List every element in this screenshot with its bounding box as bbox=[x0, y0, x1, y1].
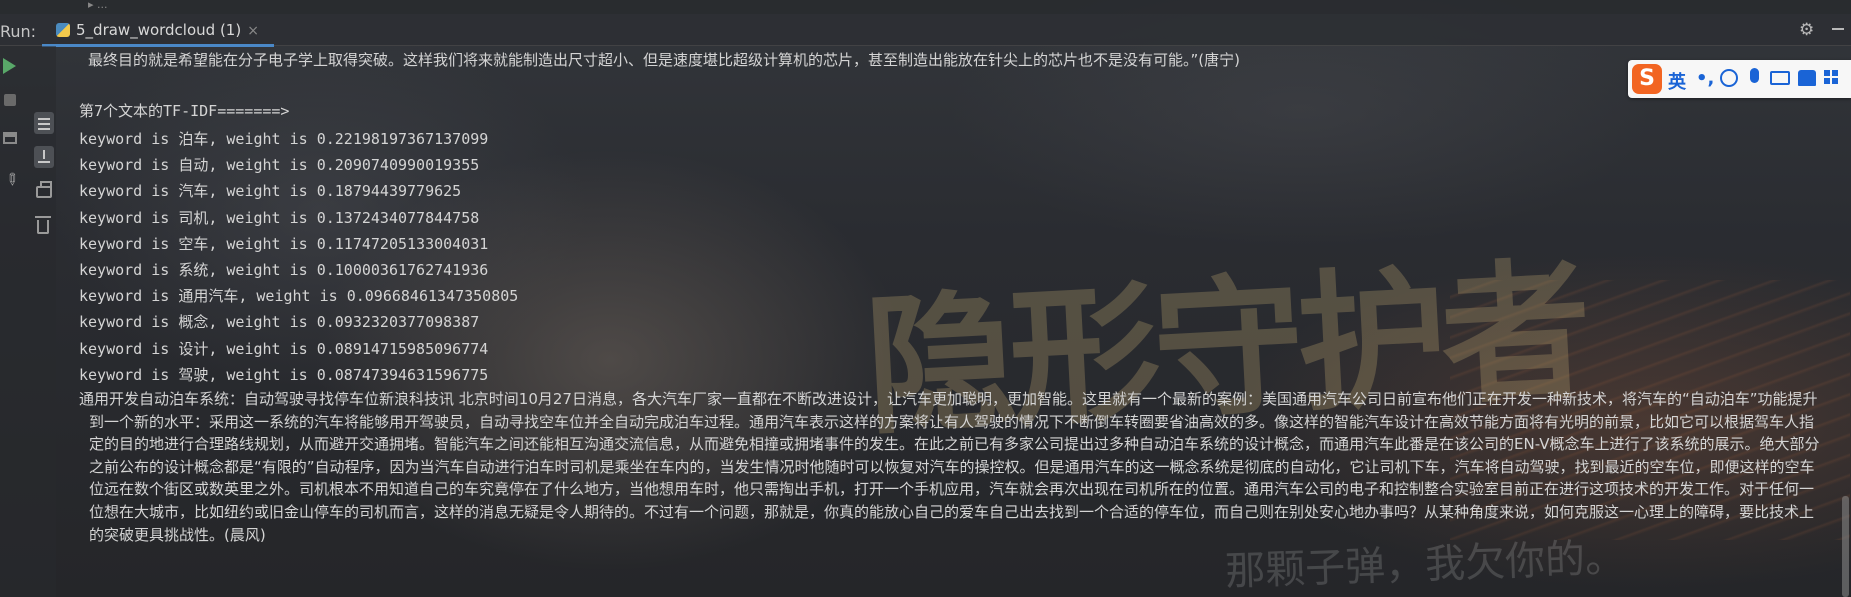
ime-toolbar: S 英 •, bbox=[1628, 60, 1851, 98]
keyword-line-text: keyword is 系统, weight is 0.1000036176274… bbox=[79, 260, 489, 279]
keyword-line: keyword is 汽车, weight is 0.1879443977962… bbox=[79, 178, 518, 204]
run-label: Run: bbox=[0, 22, 37, 41]
soft-wrap-icon[interactable] bbox=[34, 112, 54, 134]
keyword-line-text: keyword is 设计, weight is 0.0891471598509… bbox=[79, 339, 489, 358]
ime-language-toggle[interactable]: 英 bbox=[1668, 68, 1686, 94]
trash-icon[interactable] bbox=[35, 216, 51, 234]
top-strip: ▸ ... bbox=[0, 0, 1851, 14]
keyword-line: keyword is 驾驶, weight is 0.0874739463159… bbox=[79, 362, 518, 388]
toolbox-icon[interactable] bbox=[1824, 70, 1838, 84]
keyword-line: keyword is 设计, weight is 0.0891471598509… bbox=[79, 336, 518, 362]
play-icon[interactable] bbox=[3, 58, 16, 74]
stop-icon[interactable] bbox=[4, 94, 16, 106]
console-output[interactable]: 最终目的就是希望能在分子电子学上取得突破。这样我们将来就能制造出尺寸超小、但是速… bbox=[66, 46, 1841, 597]
keyword-line: keyword is 泊车, weight is 0.2219819736713… bbox=[79, 126, 518, 152]
keyword-line: keyword is 系统, weight is 0.1000036176274… bbox=[79, 257, 518, 283]
console-scrollbar[interactable] bbox=[1842, 496, 1849, 597]
keyword-line-text: keyword is 汽车, weight is 0.1879443977962… bbox=[79, 182, 462, 201]
run-side-toolbar: ✎ bbox=[0, 46, 56, 597]
keyword-line-text: keyword is 空车, weight is 0.1174720513300… bbox=[79, 234, 489, 253]
microphone-icon[interactable] bbox=[1750, 68, 1759, 83]
sogou-logo-icon[interactable]: S bbox=[1632, 64, 1662, 94]
scroll-to-end-icon[interactable] bbox=[34, 146, 54, 168]
pin-icon[interactable]: ✎ bbox=[0, 168, 28, 196]
keyword-line: keyword is 通用汽车, weight is 0.09668461347… bbox=[79, 283, 518, 309]
run-tab[interactable]: 5_draw_wordcloud (1) × bbox=[42, 14, 274, 47]
print-icon[interactable] bbox=[36, 181, 52, 198]
keyword-line-text: keyword is 驾驶, weight is 0.0874739463159… bbox=[79, 365, 489, 384]
keyword-line: keyword is 自动, weight is 0.2090740990019… bbox=[79, 152, 518, 178]
keyword-line-text: keyword is 泊车, weight is 0.2219819736713… bbox=[79, 130, 489, 148]
keyword-line-text: keyword is 概念, weight is 0.0932320377098… bbox=[79, 313, 480, 332]
skin-icon[interactable] bbox=[1798, 70, 1816, 86]
minimize-icon[interactable] bbox=[1832, 28, 1844, 30]
emoji-icon[interactable] bbox=[1720, 69, 1738, 87]
keyword-line: keyword is 司机, weight is 0.1372434077844… bbox=[79, 205, 518, 231]
previous-output-line: 最终目的就是希望能在分子电子学上取得突破。这样我们将来就能制造出尺寸超小、但是速… bbox=[88, 51, 1240, 69]
keyword-list: keyword is 泊车, weight is 0.2219819736713… bbox=[79, 126, 518, 388]
keyword-line: keyword is 概念, weight is 0.0932320377098… bbox=[79, 309, 518, 335]
run-tab-label: 5_draw_wordcloud (1) bbox=[76, 21, 242, 39]
keyword-line: keyword is 空车, weight is 0.1174720513300… bbox=[79, 231, 518, 257]
article-text: 通用开发自动泊车系统：自动驾驶寻找停车位新浪科技讯 北京时间10月27日消息，各… bbox=[79, 390, 1820, 544]
keyword-line-text: keyword is 通用汽车, weight is 0.09668461347… bbox=[79, 287, 519, 306]
keyboard-icon[interactable] bbox=[1770, 71, 1790, 85]
close-tab-icon[interactable]: × bbox=[247, 23, 259, 39]
top-strip-ghost-text: ▸ ... bbox=[88, 0, 108, 11]
python-file-icon bbox=[56, 23, 70, 37]
keyword-line-text: keyword is 司机, weight is 0.1372434077844… bbox=[79, 208, 480, 227]
tfidf-header: 第7个文本的TF-IDF=======> bbox=[79, 102, 290, 120]
gear-icon[interactable]: ⚙ bbox=[1799, 20, 1814, 40]
run-toolbar: Run: 5_draw_wordcloud (1) × ⚙ bbox=[0, 14, 1851, 47]
keyword-line-text: keyword is 自动, weight is 0.2090740990019… bbox=[79, 156, 480, 175]
ime-punctuation-toggle[interactable]: •, bbox=[1696, 68, 1714, 89]
layout-icon[interactable] bbox=[3, 132, 17, 144]
